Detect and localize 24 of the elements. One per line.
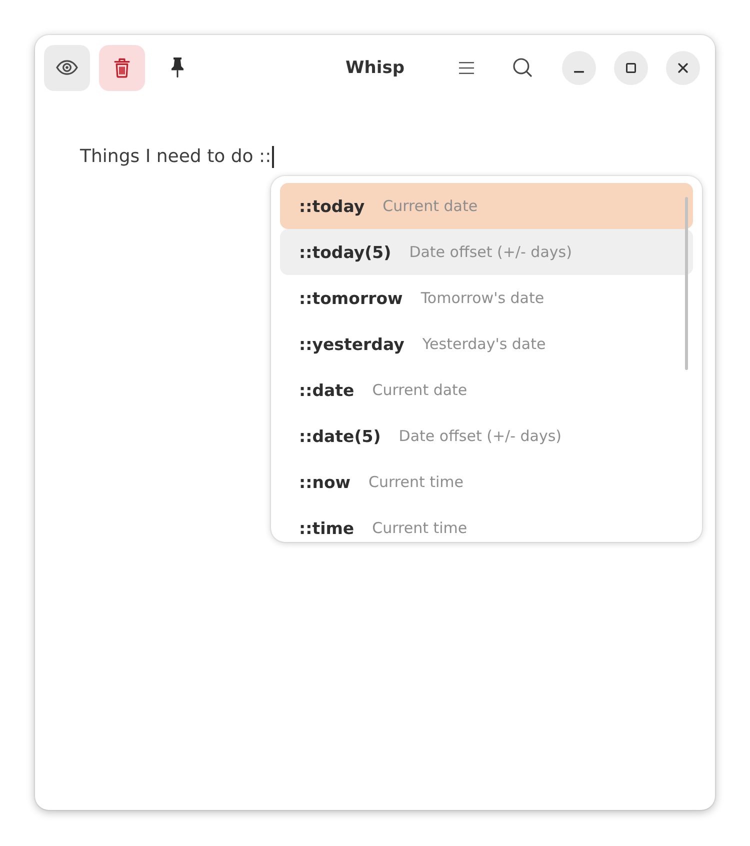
eye-icon [56,60,78,75]
scrollbar-thumb[interactable] [685,197,688,370]
text-cursor-icon [272,146,274,168]
preview-toggle-button[interactable] [44,44,90,90]
suggestion-item[interactable]: ::date(5) Date offset (+/- days) [280,413,693,459]
suggestion-item[interactable]: ::time Current time [280,505,693,542]
suggestion-item[interactable]: ::tomorrow Tomorrow's date [280,275,693,321]
search-icon [512,58,532,77]
menu-icon [458,62,474,74]
close-icon [678,62,688,72]
close-button[interactable] [666,50,700,84]
suggestion-item[interactable]: ::date Current date [280,367,693,413]
maximize-button[interactable] [614,50,648,84]
pin-icon [170,57,184,78]
suggestion-item[interactable]: ::today(5) Date offset (+/- days) [280,229,693,275]
suggestion-item[interactable]: ::today Current date [280,183,693,229]
suggestion-item[interactable]: ::yesterday Yesterday's date [280,321,693,367]
trash-icon [114,58,130,78]
window-title: Whisp [346,58,404,78]
maximize-icon [626,62,636,72]
minimize-icon [574,70,584,72]
suggestion-item[interactable]: ::now Current time [280,459,693,505]
delete-button[interactable] [99,44,145,90]
text-editor[interactable]: Things I need to do :: [80,146,274,168]
